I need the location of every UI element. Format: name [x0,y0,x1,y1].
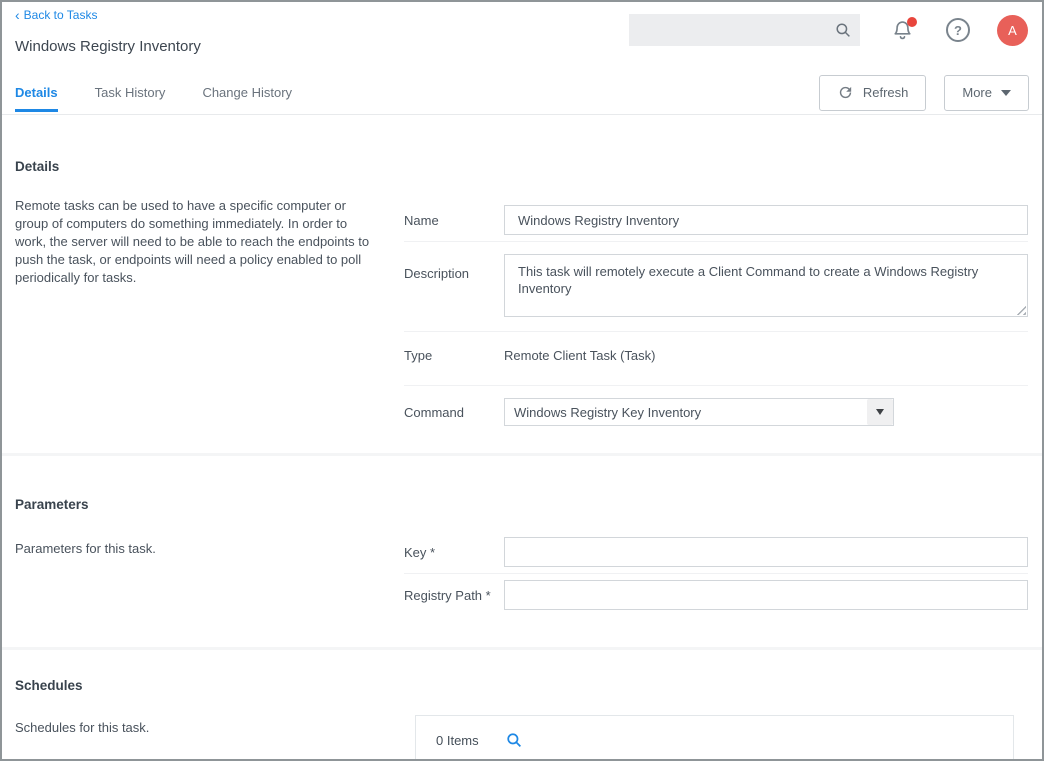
command-selected-value: Windows Registry Key Inventory [505,405,867,420]
command-label: Command [404,405,504,420]
name-field-row: Name [404,199,1028,242]
user-avatar[interactable]: A [997,15,1028,46]
schedules-heading: Schedules [15,678,404,693]
more-button[interactable]: More [944,75,1029,111]
registry-path-field-row: Registry Path * [404,574,1028,616]
type-field-row: Type Remote Client Task (Task) [404,332,1028,386]
question-mark-icon: ? [954,23,962,38]
schedules-content: 0 Items [404,675,1028,761]
tab-details[interactable]: Details [15,71,58,114]
description-field-row: Description This task will remotely exec… [404,242,1028,332]
description-textarea[interactable]: This task will remotely execute a Client… [504,254,1028,317]
tab-task-history[interactable]: Task History [95,71,166,114]
items-count-label: 0 Items [436,731,479,748]
schedules-intro: Schedules for this task. [15,719,379,737]
details-intro: Remote tasks can be used to have a speci… [15,197,379,287]
parameters-section: Parameters Parameters for this task. Key… [2,456,1042,616]
name-label: Name [404,213,504,228]
notifications-button[interactable] [891,19,914,42]
schedules-section: Schedules Schedules for this task. 0 Ite… [2,650,1042,761]
page-header: ‹ Back to Tasks Windows Registry Invento… [2,2,1042,71]
back-to-tasks-link[interactable]: ‹ Back to Tasks [15,8,97,22]
command-select-caret-button[interactable] [867,399,893,425]
schedules-search-icon[interactable] [505,731,523,749]
more-label: More [962,85,992,100]
parameters-form: Key * Registry Path * [404,494,1028,616]
global-search-input[interactable] [639,23,834,38]
command-select[interactable]: Windows Registry Key Inventory [504,398,894,426]
help-button[interactable]: ? [946,18,970,42]
name-input[interactable] [504,205,1028,235]
back-chevron-icon: ‹ [15,9,20,21]
key-label: Key * [404,545,504,560]
command-field-row: Command Windows Registry Key Inventory [404,386,1028,440]
type-label: Type [404,348,504,363]
details-section-left: Details Remote tasks can be used to have… [15,155,404,440]
back-link-label: Back to Tasks [24,8,98,22]
refresh-label: Refresh [863,85,909,100]
chevron-down-icon [876,409,884,415]
notification-badge [907,17,917,27]
key-field-row: Key * [404,531,1028,574]
global-search-box[interactable] [629,14,860,46]
details-form: Name Description This task will remotely… [404,155,1028,440]
registry-path-input[interactable] [504,580,1028,610]
details-heading: Details [15,159,404,174]
details-section: Details Remote tasks can be used to have… [2,115,1042,440]
parameters-section-left: Parameters Parameters for this task. [15,494,404,616]
type-value: Remote Client Task (Task) [504,348,655,363]
search-icon [834,21,852,39]
app-window: ‹ Back to Tasks Windows Registry Invento… [0,0,1044,761]
schedules-section-left: Schedules Schedules for this task. [15,675,404,761]
tab-bar: Details Task History Change History Refr… [2,71,1042,115]
refresh-button[interactable]: Refresh [819,75,927,111]
parameters-intro: Parameters for this task. [15,540,379,558]
header-actions: ? A [629,14,1028,46]
registry-path-label: Registry Path * [404,588,504,603]
tab-change-history[interactable]: Change History [202,71,292,114]
key-input[interactable] [504,537,1028,567]
toolbar: Refresh More [819,75,1029,111]
schedules-items-panel: 0 Items [415,715,1014,761]
parameters-heading: Parameters [15,497,404,512]
description-label: Description [404,266,504,281]
refresh-icon [837,84,854,101]
chevron-down-icon [1001,90,1011,96]
